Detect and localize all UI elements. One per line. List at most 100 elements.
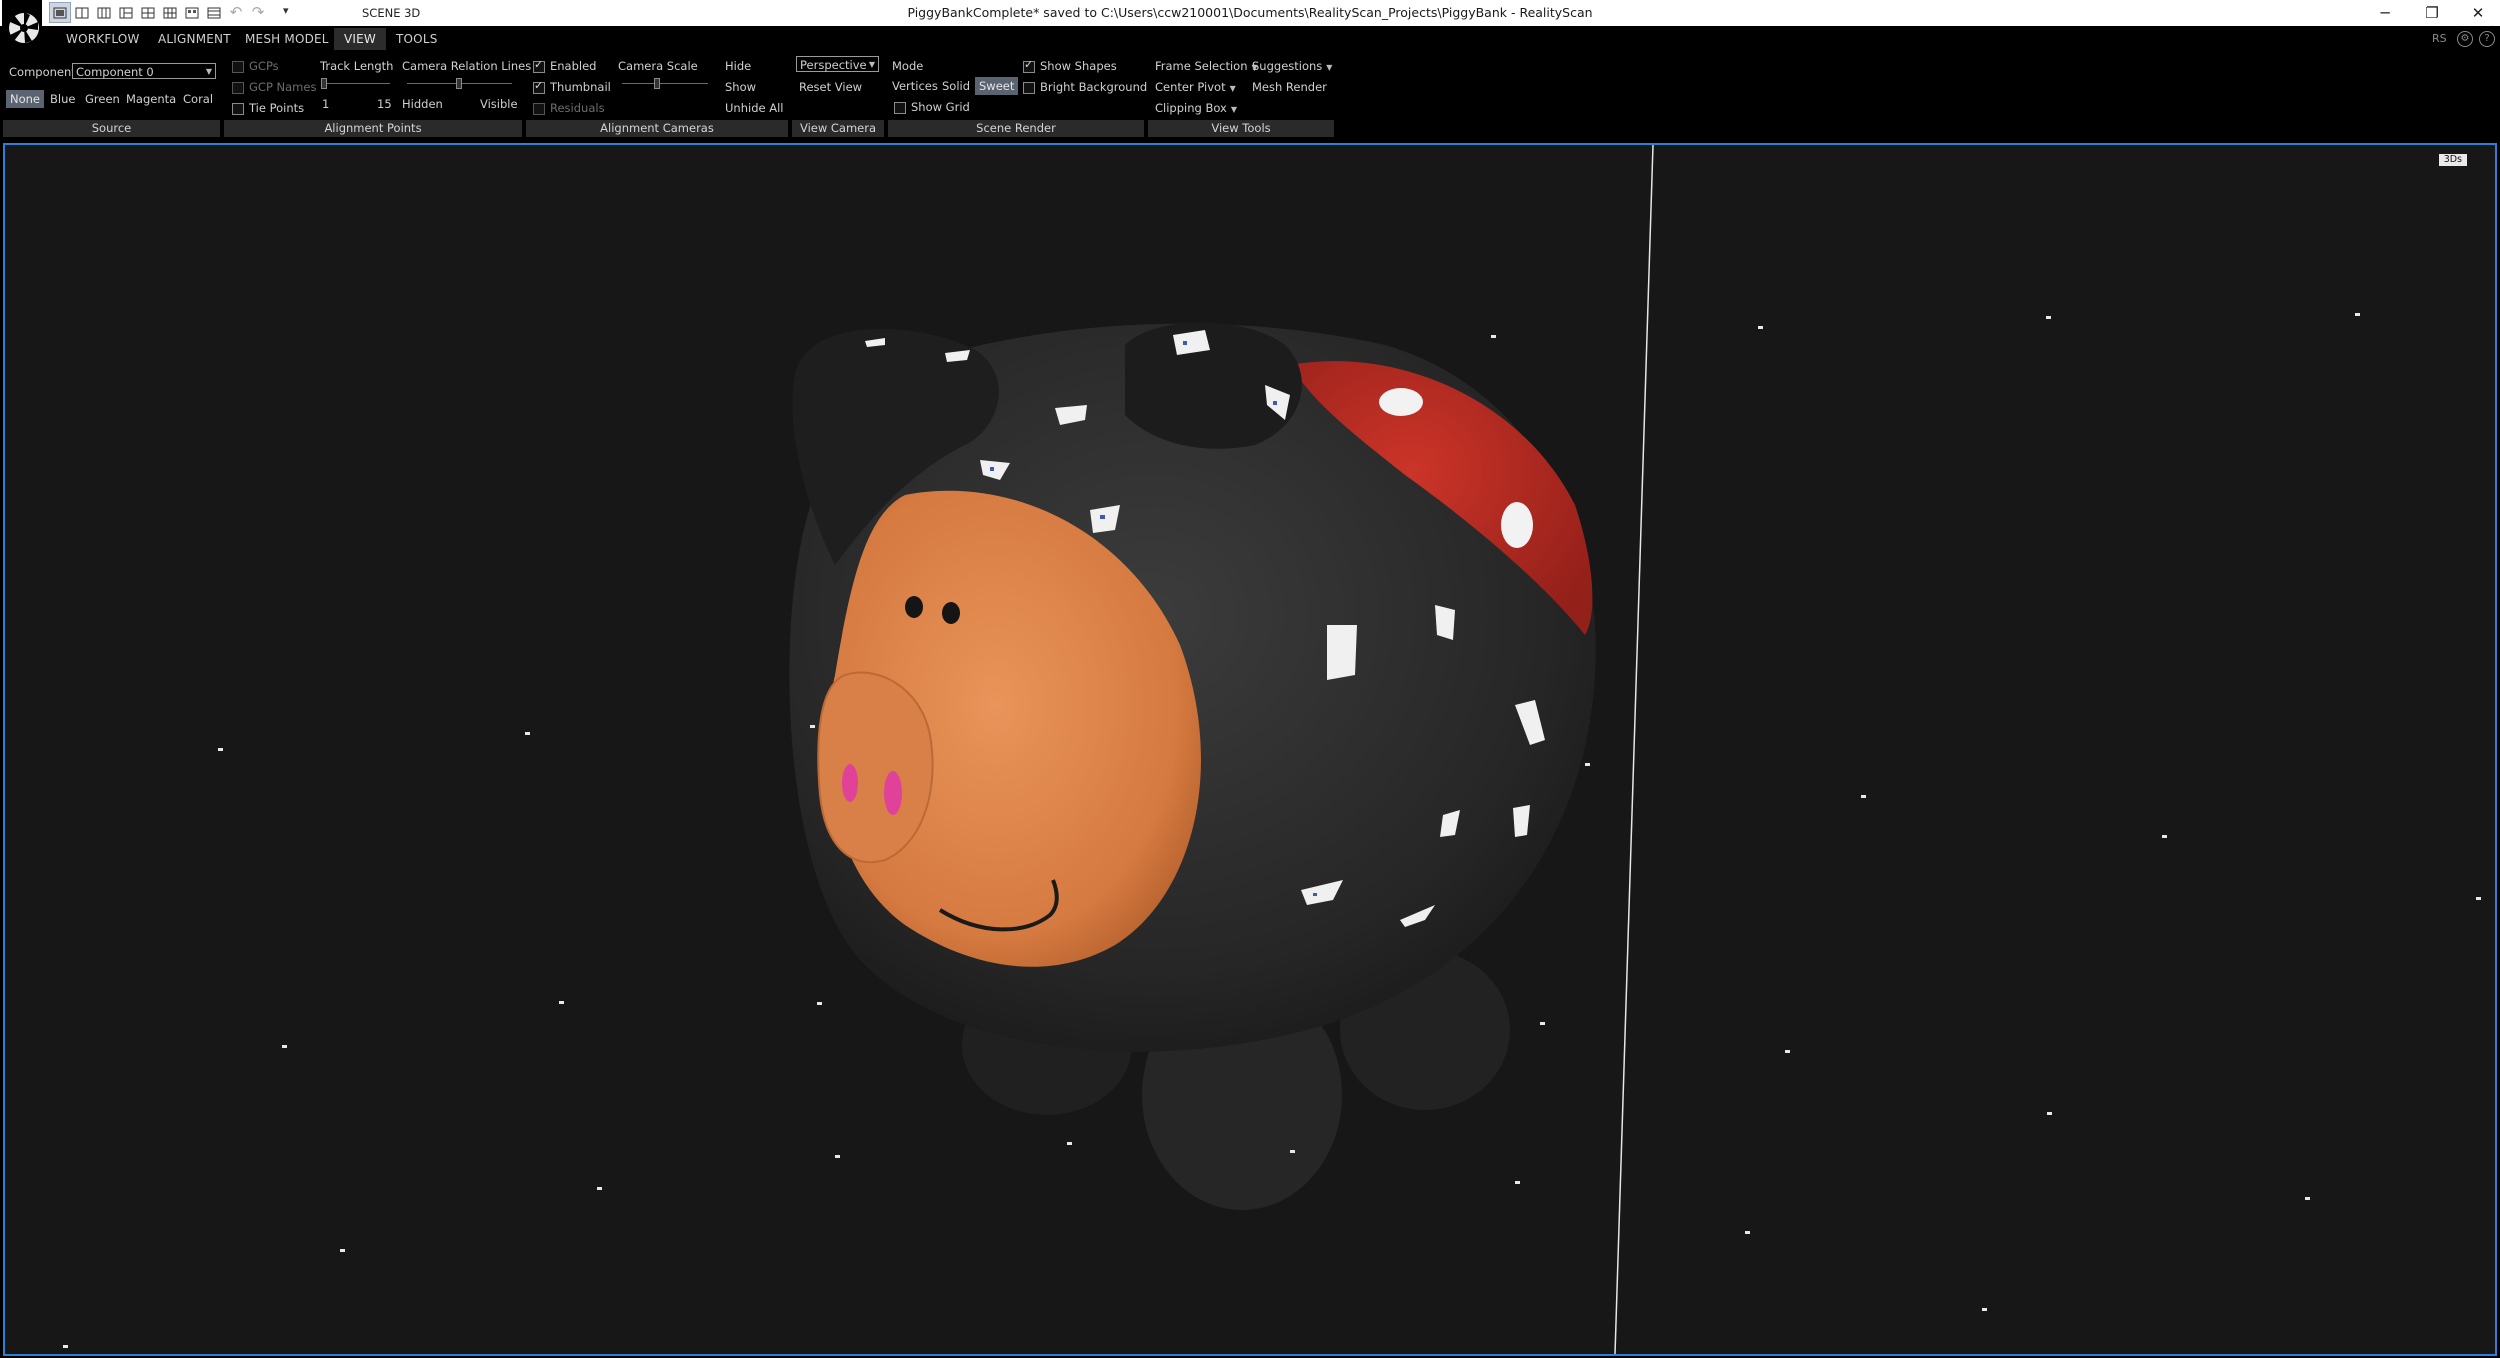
camera-marker[interactable]: [1491, 335, 1496, 338]
hidden-label: Hidden: [402, 97, 443, 111]
camera-marker[interactable]: [63, 1345, 68, 1348]
camera-marker[interactable]: [2305, 1197, 2310, 1200]
minimize-button[interactable]: ─: [2370, 2, 2400, 24]
residuals-label: Residuals: [550, 101, 605, 115]
view-tools-group-label: View Tools: [1148, 120, 1334, 137]
color-magenta-button[interactable]: Magenta: [122, 90, 180, 108]
enabled-checkbox[interactable]: [533, 58, 545, 73]
bright-background-checkbox[interactable]: [1023, 82, 1035, 94]
snout: [817, 671, 934, 864]
tab-tools[interactable]: TOOLS: [396, 32, 438, 46]
camera-marker[interactable]: [525, 732, 530, 735]
white-dot: [1379, 388, 1423, 416]
view-mode-badge[interactable]: 3Ds: [2438, 154, 2467, 166]
tab-workflow[interactable]: WORKFLOW: [66, 32, 140, 46]
show-shapes-label: Show Shapes: [1040, 59, 1117, 73]
color-green-button[interactable]: Green: [81, 90, 124, 108]
camera-marker[interactable]: [1745, 1231, 1750, 1234]
residuals-checkbox[interactable]: [533, 103, 545, 115]
track-length-slider[interactable]: [324, 83, 390, 84]
app-logo-icon[interactable]: [2, 0, 42, 53]
camera-marker[interactable]: [2046, 316, 2051, 319]
scene-canvas[interactable]: [5, 145, 2495, 1354]
unhide-all-button[interactable]: Unhide All: [725, 101, 783, 115]
frame-selection-label: Frame Selection: [1155, 59, 1248, 73]
reset-view-button[interactable]: Reset View: [799, 80, 862, 94]
hide-button[interactable]: Hide: [725, 59, 751, 73]
show-grid-checkbox[interactable]: [894, 102, 906, 114]
piggy-bank-model[interactable]: [789, 322, 1596, 1211]
camera-marker[interactable]: [559, 1001, 564, 1004]
rs-label: RS: [2432, 32, 2447, 45]
close-button[interactable]: ✕: [2463, 2, 2493, 24]
camera-marker[interactable]: [2047, 1112, 2052, 1115]
show-button[interactable]: Show: [725, 80, 756, 94]
white-dot: [1501, 502, 1533, 548]
tab-alignment[interactable]: ALIGNMENT: [158, 32, 231, 46]
camera-marker[interactable]: [1585, 763, 1590, 766]
camera-marker[interactable]: [1982, 1308, 1987, 1311]
mode-vertices-button[interactable]: Vertices: [888, 77, 942, 95]
camera-marker[interactable]: [218, 748, 223, 751]
camera-marker[interactable]: [282, 1045, 287, 1048]
show-shapes-checkbox[interactable]: [1023, 58, 1035, 73]
camera-marker[interactable]: [1290, 1150, 1295, 1153]
camera-marker[interactable]: [1540, 1022, 1545, 1025]
menu-bar: WORKFLOW ALIGNMENT MESH MODEL VIEW TOOLS…: [0, 26, 2500, 53]
camera-marker[interactable]: [2162, 835, 2167, 838]
source-group: Component Component 0 ▼ None Blue Green …: [3, 53, 220, 137]
window-title: PiggyBankComplete* saved to C:\Users\ccw…: [907, 5, 1593, 20]
camera-marker[interactable]: [2355, 313, 2360, 316]
source-group-label: Source: [3, 120, 220, 137]
show-grid-label: Show Grid: [911, 100, 970, 114]
camera-marker[interactable]: [1758, 326, 1763, 329]
color-coral-button[interactable]: Coral: [179, 90, 217, 108]
mode-sweet-button[interactable]: Sweet: [975, 77, 1019, 95]
camera-relation-lines-slider-handle[interactable]: [456, 78, 462, 89]
help-icon[interactable]: ?: [2479, 31, 2495, 47]
clipping-box-label: Clipping Box: [1155, 101, 1227, 115]
camera-marker[interactable]: [1067, 1142, 1072, 1145]
frame-selection-button[interactable]: Frame Selection ▼: [1155, 59, 1258, 73]
tab-mesh-model[interactable]: MESH MODEL: [245, 32, 329, 46]
camera-marker[interactable]: [1785, 1050, 1790, 1053]
clipping-box-button[interactable]: Clipping Box ▼: [1155, 101, 1237, 115]
right-nostril: [884, 771, 902, 815]
chevron-down-icon: ▼: [1326, 63, 1333, 72]
restore-button[interactable]: ❐: [2417, 2, 2447, 24]
camera-marker[interactable]: [2476, 897, 2481, 900]
camera-marker[interactable]: [810, 725, 815, 728]
camera-marker[interactable]: [340, 1249, 345, 1252]
tie-points-checkbox[interactable]: [232, 103, 244, 115]
track-length-slider-handle[interactable]: [321, 78, 327, 89]
tie-points-label: Tie Points: [249, 101, 305, 115]
camera-marker[interactable]: [817, 1002, 822, 1005]
mode-solid-button[interactable]: Solid: [938, 77, 974, 95]
component-value: Component 0: [76, 65, 154, 79]
camera-marker[interactable]: [1861, 795, 1866, 798]
scene-3d-viewport[interactable]: 3Ds: [3, 143, 2497, 1356]
color-blue-button[interactable]: Blue: [46, 90, 79, 108]
gcps-checkbox[interactable]: [232, 61, 244, 73]
track-length-min: 1: [322, 97, 330, 111]
camera-scale-slider[interactable]: [622, 83, 708, 84]
center-pivot-button[interactable]: Center Pivot ▼: [1155, 80, 1236, 94]
gcp-names-checkbox[interactable]: [232, 82, 244, 94]
tab-view[interactable]: VIEW: [334, 28, 386, 50]
view-tools-group: Frame Selection ▼ Suggestions ▼ Center Piv…: [1148, 53, 1334, 137]
camera-marker[interactable]: [597, 1187, 602, 1190]
camera-marker[interactable]: [835, 1155, 840, 1158]
alignment-cameras-group-label: Alignment Cameras: [526, 120, 788, 137]
title-bar: ↶ ↷ ▾ SCENE 3D PiggyBankComplete* saved …: [0, 0, 2500, 26]
view-camera-group-label: View Camera: [792, 120, 884, 137]
camera-scale-slider-handle[interactable]: [654, 78, 660, 89]
suggestions-button[interactable]: Suggestions ▼: [1252, 59, 1332, 73]
component-select[interactable]: Component 0 ▼: [72, 63, 216, 79]
projection-select[interactable]: Perspective ▼: [796, 56, 879, 72]
thumbnail-checkbox[interactable]: [533, 79, 545, 94]
chevron-down-icon: ▼: [1230, 105, 1237, 114]
color-none-button[interactable]: None: [6, 90, 45, 108]
mesh-render-button[interactable]: Mesh Render: [1252, 80, 1327, 94]
camera-marker[interactable]: [1515, 1181, 1520, 1184]
settings-icon[interactable]: ⚙: [2457, 31, 2473, 47]
